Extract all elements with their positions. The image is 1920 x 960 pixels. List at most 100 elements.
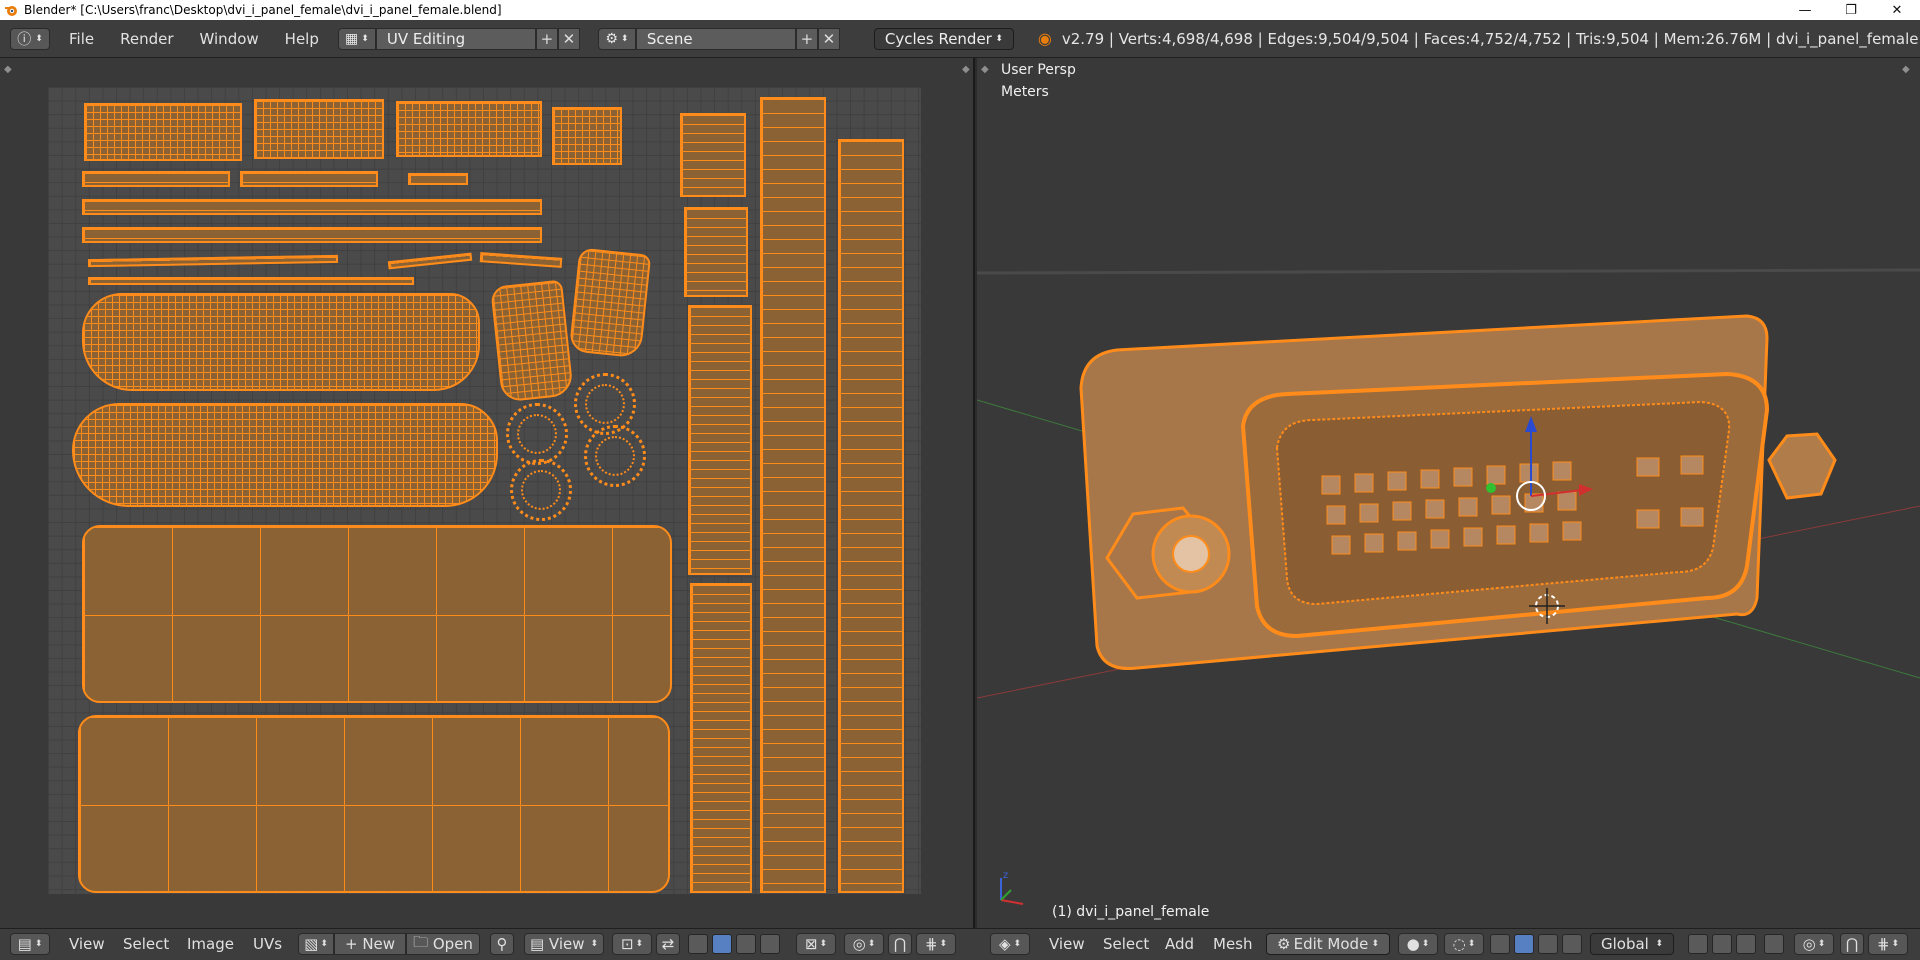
uv-island[interactable]: [78, 715, 670, 893]
uv-island[interactable]: [760, 97, 826, 893]
mode-label: Edit Mode: [1293, 935, 1369, 953]
occlude-geometry-toggle[interactable]: [1764, 934, 1784, 954]
image-editor-icon: ▤: [17, 935, 32, 953]
spinner-icon: ⬍: [620, 33, 629, 44]
uv-island[interactable]: [84, 103, 242, 161]
scale-toggle[interactable]: [1562, 934, 1582, 954]
screen-layout-field[interactable]: UV Editing: [375, 27, 536, 50]
menu-file[interactable]: File: [56, 30, 107, 48]
uv-island[interactable]: [82, 227, 542, 243]
uv-menu-view[interactable]: View: [56, 933, 118, 955]
menu-render[interactable]: Render: [107, 30, 186, 48]
uv-island[interactable]: [490, 279, 574, 403]
uv-island[interactable]: [387, 252, 473, 270]
uv-island[interactable]: [688, 305, 752, 575]
active-object-label: (1) dvi_i_panel_female: [1052, 904, 1210, 920]
uv-island[interactable]: [82, 199, 542, 215]
toolshelf-toggle-icon[interactable]: ◆: [4, 64, 12, 75]
render-engine-dropdown[interactable]: Cycles Render ⬍: [873, 27, 1014, 50]
sticky-selection-dropdown[interactable]: ⊠ ⬍: [796, 933, 836, 955]
snap-toggle[interactable]: ⋂: [888, 933, 912, 955]
edge-select-toggle-3d[interactable]: [1712, 934, 1732, 954]
sync-selection-button[interactable]: ⇄: [656, 933, 680, 955]
rotate-toggle[interactable]: [1538, 934, 1558, 954]
face-select-toggle[interactable]: [736, 934, 756, 954]
uv-island[interactable]: [72, 403, 498, 507]
new-image-button[interactable]: + New: [334, 933, 406, 955]
uv-island[interactable]: [408, 173, 468, 185]
uv-grid[interactable]: [48, 87, 921, 894]
translate-toggle[interactable]: [1514, 934, 1534, 954]
pivot-dropdown-3d[interactable]: ◌ ⬍: [1444, 933, 1484, 955]
vertex-select-toggle-3d[interactable]: [1688, 934, 1708, 954]
image-browse[interactable]: ▧ ⬍: [298, 933, 334, 955]
snap-toggle-3d[interactable]: ⋂: [1840, 933, 1864, 955]
menu-help[interactable]: Help: [272, 30, 332, 48]
uv-menu-uvs[interactable]: UVs: [240, 933, 295, 955]
uv-island[interactable]: [240, 171, 378, 187]
uv-island[interactable]: [87, 254, 339, 268]
remove-scene-button[interactable]: ✕: [817, 27, 840, 50]
pin-button[interactable]: ⚲: [490, 933, 514, 955]
uv-island[interactable]: [479, 252, 563, 268]
shading-dropdown[interactable]: ● ⬍: [1398, 933, 1438, 955]
pivot-dropdown[interactable]: ⊡ ⬍: [612, 933, 652, 955]
uv-nut-ring[interactable]: [506, 403, 568, 465]
editor-type-button[interactable]: ▤ ⬍: [10, 933, 50, 955]
add-scene-button[interactable]: +: [795, 27, 818, 50]
y-manipulator[interactable]: [1486, 483, 1496, 493]
edge-select-toggle[interactable]: [712, 934, 732, 954]
uv-island[interactable]: [680, 113, 746, 197]
island-select-toggle[interactable]: [760, 934, 780, 954]
uv-menu-select[interactable]: Select: [110, 933, 182, 955]
uv-nut-ring[interactable]: [584, 425, 646, 487]
vertex-select-toggle[interactable]: [688, 934, 708, 954]
uv-island[interactable]: [568, 247, 652, 359]
orientation-dropdown[interactable]: Global ⬍: [1590, 933, 1674, 955]
uv-island[interactable]: [82, 525, 672, 703]
minimize-button[interactable]: —: [1782, 0, 1828, 20]
maximize-button[interactable]: ❐: [1828, 0, 1874, 20]
proportional-edit-dropdown[interactable]: ◎ ⬍: [844, 933, 884, 955]
properties-toggle-icon[interactable]: ◆: [962, 64, 970, 75]
uv-island[interactable]: [82, 293, 480, 391]
add-screen-button[interactable]: +: [535, 27, 558, 50]
3d-viewport[interactable]: ◆ ◆ User Persp Meters z (1) dvi_i_panel_…: [977, 58, 1920, 928]
uv-nut-ring[interactable]: [510, 459, 572, 521]
uv-island[interactable]: [82, 171, 230, 187]
uv-island[interactable]: [838, 139, 904, 893]
3d-menu-mesh[interactable]: Mesh: [1200, 933, 1266, 955]
remove-screen-button[interactable]: ✕: [557, 27, 580, 50]
viewport-scene[interactable]: z: [977, 58, 1920, 928]
uv-island[interactable]: [396, 101, 542, 157]
uv-island[interactable]: [552, 107, 622, 165]
editor-type-button-3d[interactable]: ◈ ⬍: [990, 933, 1030, 955]
close-button[interactable]: ✕: [1874, 0, 1920, 20]
face-select-toggle-3d[interactable]: [1736, 934, 1756, 954]
manipulator-toggle[interactable]: [1490, 934, 1510, 954]
uv-island[interactable]: [254, 99, 384, 159]
scene-field[interactable]: Scene: [635, 27, 796, 50]
window-title: Blender* [C:\Users\franc\Desktop\dvi_i_p…: [24, 3, 502, 17]
right-hex-nut[interactable]: [1767, 432, 1837, 500]
uv-menu-image[interactable]: Image: [174, 933, 247, 955]
uv-island[interactable]: [684, 207, 748, 297]
3d-menu-view[interactable]: View: [1036, 933, 1098, 955]
uv-island[interactable]: [88, 277, 414, 285]
uv-editor-area[interactable]: ◆ ◆ ⟋: [0, 58, 975, 928]
proportional-edit-dropdown-3d[interactable]: ◎ ⬍: [1794, 933, 1834, 955]
screen-layout-browse[interactable]: ▦ ⬍: [337, 27, 376, 50]
3d-menu-add[interactable]: Add: [1152, 933, 1207, 955]
editor-type-button[interactable]: ⓘ ⬍: [10, 27, 50, 50]
menu-window[interactable]: Window: [187, 30, 272, 48]
snap-element-dropdown[interactable]: ⋕ ⬍: [916, 933, 956, 955]
open-image-button[interactable]: 🗀 Open: [406, 933, 480, 955]
snap-element-dropdown-3d[interactable]: ⋕ ⬍: [1868, 933, 1908, 955]
image-view-dropdown[interactable]: ▤ View ⬍: [524, 933, 604, 955]
title-bar: Blender* [C:\Users\franc\Desktop\dvi_i_p…: [0, 0, 1920, 20]
mode-dropdown[interactable]: ⚙ Edit Mode ⬍: [1266, 933, 1390, 955]
scene-browse[interactable]: ⚙ ⬍: [597, 27, 636, 50]
left-nut-hole: [1172, 535, 1210, 573]
uv-island[interactable]: [690, 583, 752, 893]
spinner-icon: ⬍: [1371, 939, 1379, 949]
